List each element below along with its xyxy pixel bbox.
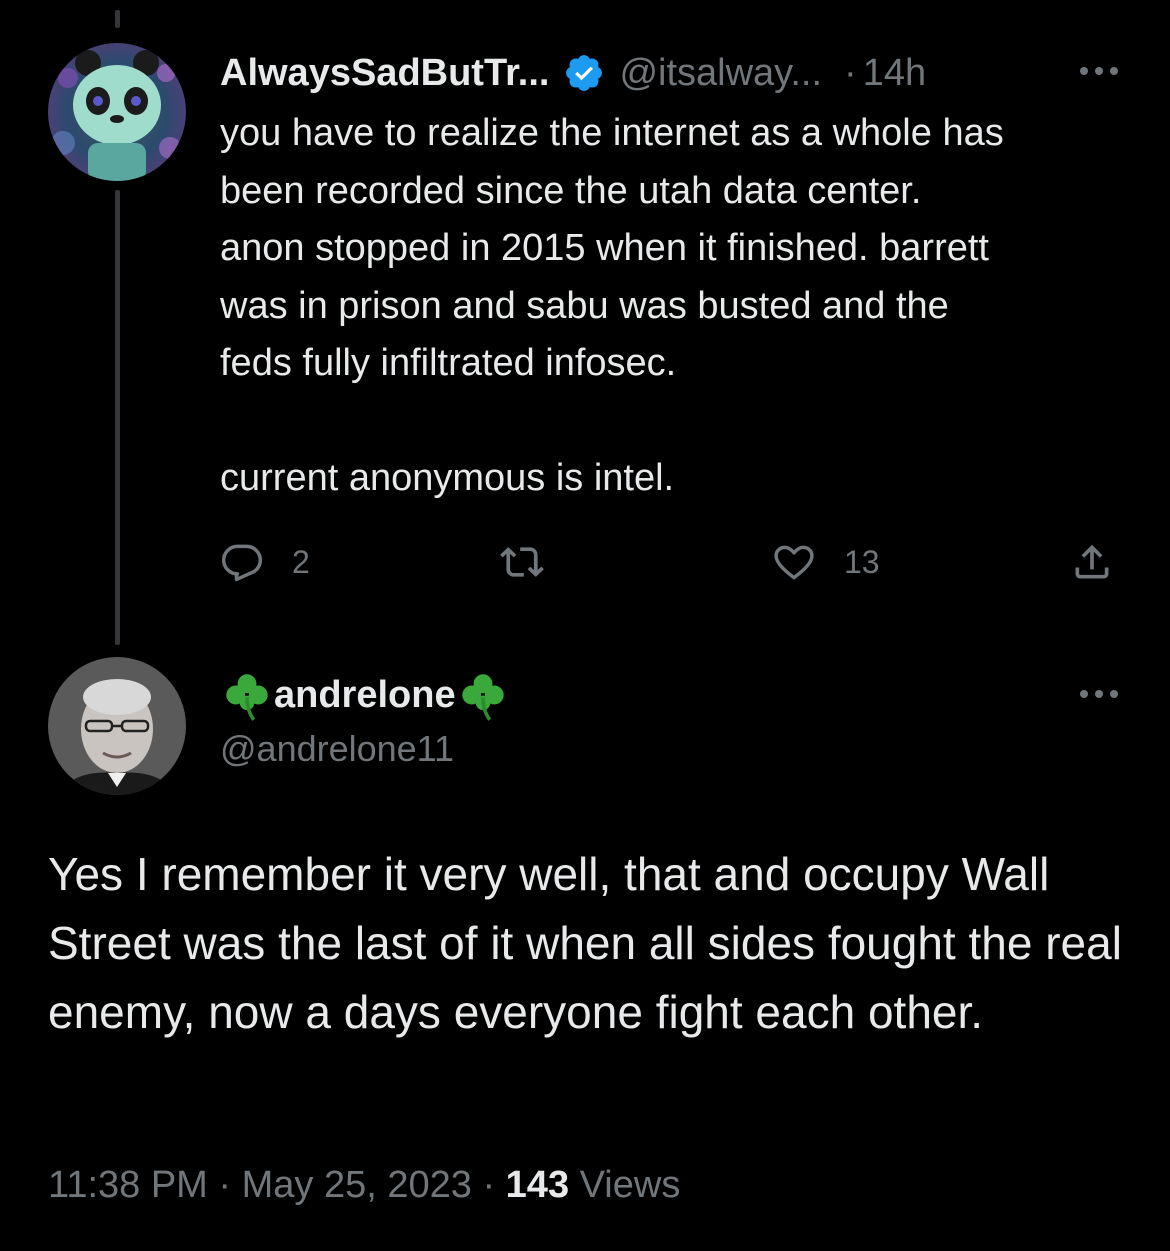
main-display-name-text: andrelone bbox=[274, 673, 456, 716]
parent-handle[interactable]: @itsalway... bbox=[619, 52, 822, 95]
retweet-icon bbox=[500, 547, 544, 577]
person-photo-avatar-icon bbox=[48, 657, 186, 795]
timestamp-date[interactable]: May 25, 2023 bbox=[242, 1164, 472, 1206]
reply-button[interactable]: 2 bbox=[220, 540, 310, 584]
main-handle[interactable]: @andrelone11 bbox=[220, 728, 454, 770]
parent-tweet-header: AlwaysSadButTr... @itsalway... · 14h bbox=[220, 48, 1120, 98]
main-tweet-text: Yes I remember it very well, that and oc… bbox=[48, 848, 1122, 1038]
parent-time-ago[interactable]: 14h bbox=[863, 52, 926, 95]
parent-text-line: you have to realize the internet as a wh… bbox=[220, 112, 1004, 154]
header-separator: · bbox=[844, 51, 857, 94]
views-count[interactable]: 143 bbox=[506, 1164, 569, 1206]
like-count: 13 bbox=[844, 543, 880, 580]
share-button[interactable] bbox=[1070, 540, 1114, 584]
parent-text-line: feds fully infiltrated infosec. bbox=[220, 342, 677, 384]
thread-line bbox=[115, 190, 120, 645]
main-more-options-icon[interactable] bbox=[1080, 690, 1118, 698]
parent-text-line: current anonymous is intel. bbox=[220, 456, 675, 499]
parent-text-line: anon stopped in 2015 when it finished. b… bbox=[220, 227, 989, 269]
like-button[interactable]: 13 bbox=[772, 540, 880, 584]
parent-avatar[interactable] bbox=[48, 43, 186, 181]
panda-avatar-icon bbox=[48, 43, 186, 181]
main-avatar[interactable] bbox=[48, 657, 186, 795]
parent-tweet-text: you have to realize the internet as a wh… bbox=[220, 105, 1120, 507]
shamrock-icon bbox=[220, 668, 274, 722]
parent-display-name[interactable]: AlwaysSadButTr... bbox=[220, 52, 549, 95]
parent-text-line: was in prison and sabu was busted and th… bbox=[220, 284, 949, 327]
share-icon bbox=[1075, 544, 1109, 579]
shamrock-icon bbox=[456, 668, 510, 722]
heart-icon bbox=[774, 545, 814, 580]
verified-badge-icon bbox=[563, 52, 605, 94]
parent-action-bar: 2 13 bbox=[220, 540, 1120, 596]
thread-line-top bbox=[115, 10, 120, 28]
meta-separator: · bbox=[218, 1164, 232, 1206]
timestamp-time[interactable]: 11:38 PM bbox=[48, 1164, 208, 1206]
tweet-meta: 11:38 PM · May 25, 2023 · 143 Views bbox=[48, 1164, 680, 1207]
parent-more-options-icon[interactable] bbox=[1080, 67, 1118, 75]
retweet-button[interactable] bbox=[500, 540, 544, 584]
reply-count: 2 bbox=[292, 543, 310, 580]
main-display-name[interactable]: andrelone bbox=[220, 668, 510, 722]
views-label: Views bbox=[579, 1164, 681, 1206]
meta-separator: · bbox=[482, 1164, 496, 1206]
parent-text-line: been recorded since the utah data center… bbox=[220, 169, 922, 212]
reply-icon bbox=[221, 544, 263, 582]
